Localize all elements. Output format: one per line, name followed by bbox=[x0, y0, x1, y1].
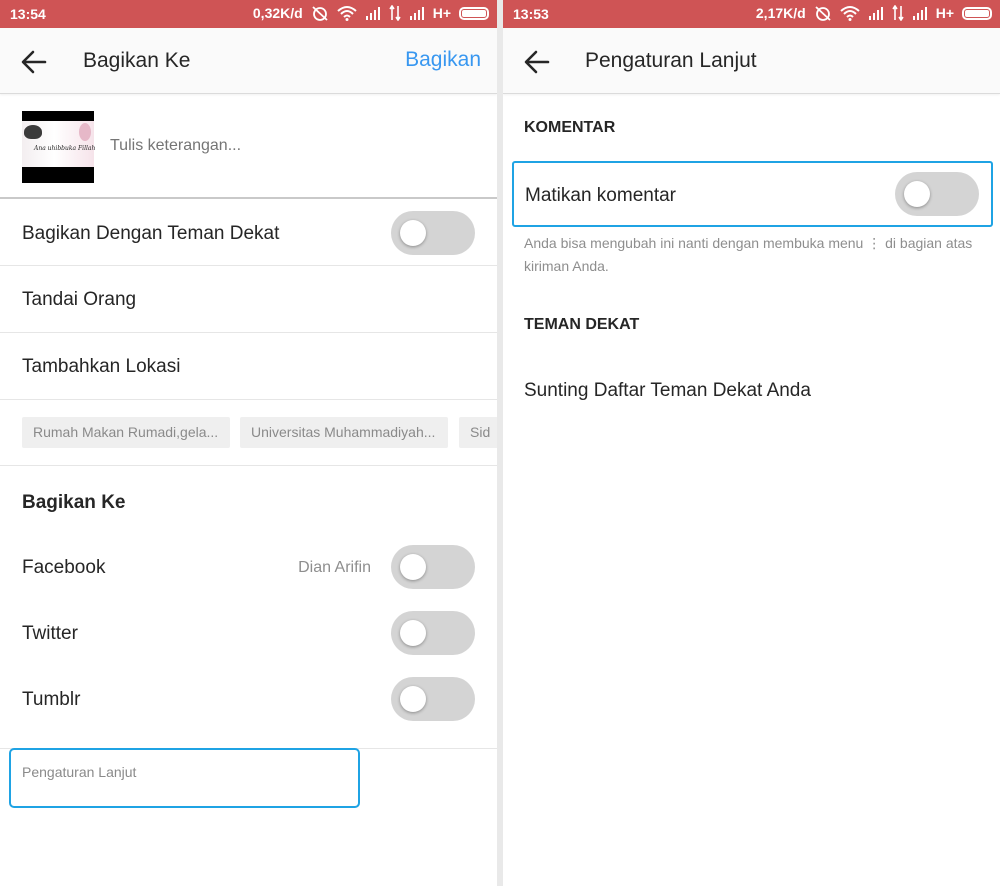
app-bar: Bagikan Ke Bagikan bbox=[0, 28, 497, 94]
advanced-settings-button[interactable]: Pengaturan Lanjut bbox=[9, 748, 360, 808]
tag-people-row[interactable]: Tandai Orang bbox=[0, 266, 497, 333]
battery-icon bbox=[962, 6, 992, 20]
share-facebook-row[interactable]: Facebook Dian Arifin bbox=[0, 534, 497, 600]
status-bar: 13:54 0,32K/d H+ bbox=[0, 0, 497, 28]
data-transfer-icon bbox=[892, 5, 904, 21]
location-chip[interactable]: Universitas Muhammadiyah... bbox=[240, 417, 448, 448]
network-type: H+ bbox=[935, 5, 954, 21]
comments-heading: KOMENTAR bbox=[524, 119, 616, 136]
signal-icon-2 bbox=[409, 7, 424, 20]
status-icons: 2,17K/d H+ bbox=[756, 5, 992, 21]
network-speed: 0,32K/d bbox=[252, 5, 303, 21]
facebook-label: Facebook bbox=[22, 557, 106, 578]
caption-input[interactable] bbox=[110, 137, 470, 155]
status-time: 13:53 bbox=[513, 6, 549, 22]
signal-icon bbox=[365, 7, 380, 20]
share-to-screen: 13:54 0,32K/d H+ Bagikan Ke Bagikan Ana … bbox=[0, 0, 497, 886]
tumblr-toggle[interactable] bbox=[391, 677, 475, 721]
network-type: H+ bbox=[432, 5, 451, 21]
twitter-label: Twitter bbox=[22, 623, 78, 644]
thumbnail-image: Ana uhibbuka Fillah bbox=[22, 121, 96, 167]
turn-off-comments-row[interactable]: Matikan komentar bbox=[512, 161, 993, 227]
network-speed: 2,17K/d bbox=[755, 5, 806, 21]
turn-off-comments-label: Matikan komentar bbox=[525, 185, 677, 206]
add-location-label: Tambahkan Lokasi bbox=[22, 356, 181, 377]
signal-icon bbox=[868, 7, 883, 20]
status-bar: 13:53 2,17K/d H+ bbox=[503, 0, 1000, 28]
facebook-account: Dian Arifin bbox=[298, 559, 371, 576]
caption-row: Ana uhibbuka Fillah bbox=[0, 95, 497, 199]
wifi-icon bbox=[337, 6, 357, 21]
advanced-settings-label: Pengaturan Lanjut bbox=[22, 764, 137, 780]
status-icons: 0,32K/d H+ bbox=[253, 5, 489, 21]
back-arrow-icon[interactable] bbox=[523, 48, 551, 76]
tag-people-label: Tandai Orang bbox=[22, 289, 137, 310]
tumblr-label: Tumblr bbox=[22, 689, 81, 710]
close-friends-row[interactable]: Bagikan Dengan Teman Dekat bbox=[0, 200, 497, 266]
close-friends-label: Bagikan Dengan Teman Dekat bbox=[22, 223, 280, 244]
data-transfer-icon bbox=[389, 5, 401, 21]
signal-icon-2 bbox=[912, 7, 927, 20]
share-tumblr-row[interactable]: Tumblr bbox=[0, 666, 497, 732]
toggle-knob bbox=[400, 554, 426, 580]
share-twitter-row[interactable]: Twitter bbox=[0, 600, 497, 666]
close-friends-heading: TEMAN DEKAT bbox=[524, 316, 640, 333]
thumbnail-decoration-left bbox=[24, 125, 42, 139]
alarm-off-icon bbox=[815, 6, 831, 21]
back-arrow-icon[interactable] bbox=[20, 48, 48, 76]
share-section-title: Bagikan Ke bbox=[22, 492, 126, 513]
add-location-row[interactable]: Tambahkan Lokasi bbox=[0, 333, 497, 400]
app-bar: Pengaturan Lanjut bbox=[503, 28, 1000, 94]
turn-off-comments-toggle[interactable] bbox=[895, 172, 979, 216]
post-thumbnail[interactable]: Ana uhibbuka Fillah bbox=[22, 111, 96, 183]
battery-icon bbox=[459, 6, 489, 20]
page-title: Pengaturan Lanjut bbox=[585, 49, 757, 72]
comments-help-text: Anda bisa mengubah ini nanti dengan memb… bbox=[524, 235, 973, 274]
toggle-knob bbox=[400, 686, 426, 712]
location-suggestions: Rumah Makan Rumadi,gela... Universitas M… bbox=[0, 400, 497, 466]
status-time: 13:54 bbox=[10, 6, 46, 22]
location-chip[interactable]: Rumah Makan Rumadi,gela... bbox=[22, 417, 230, 448]
page-title: Bagikan Ke bbox=[83, 49, 191, 72]
location-chip[interactable]: Sid bbox=[459, 417, 497, 448]
advanced-settings-screen: 13:53 2,17K/d H+ Pengaturan Lanjut KOMEN… bbox=[503, 0, 1000, 886]
close-friends-toggle[interactable] bbox=[391, 211, 475, 255]
wifi-icon bbox=[840, 6, 860, 21]
facebook-toggle[interactable] bbox=[391, 545, 475, 589]
alarm-off-icon bbox=[312, 6, 328, 21]
thumbnail-text: Ana uhibbuka Fillah bbox=[34, 145, 96, 152]
toggle-knob bbox=[400, 620, 426, 646]
toggle-knob bbox=[904, 181, 930, 207]
share-button[interactable]: Bagikan bbox=[405, 48, 481, 72]
twitter-toggle[interactable] bbox=[391, 611, 475, 655]
toggle-knob bbox=[400, 220, 426, 246]
edit-close-friends-link[interactable]: Sunting Daftar Teman Dekat Anda bbox=[524, 380, 811, 402]
thumbnail-decoration-right bbox=[79, 123, 91, 141]
